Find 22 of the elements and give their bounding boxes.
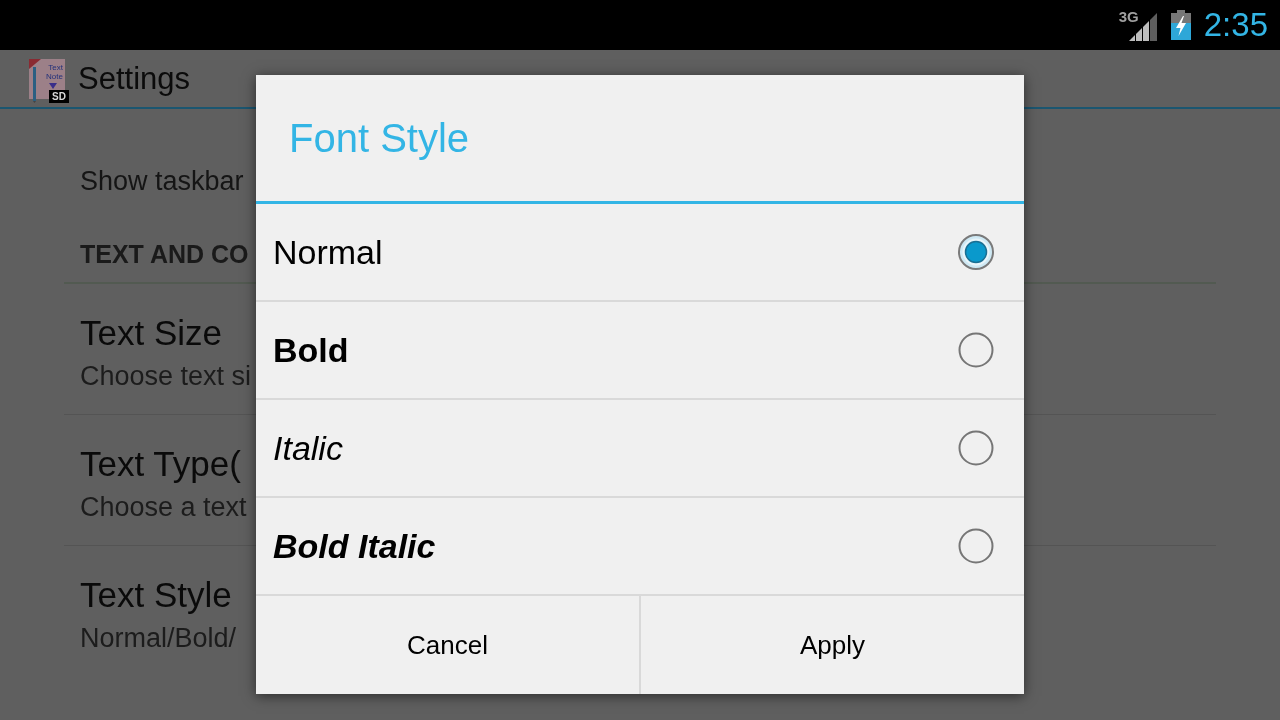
battery-charging-icon xyxy=(1170,10,1191,40)
dialog-button[interactable]: Cancel xyxy=(256,596,639,694)
option-label[interactable]: Bold xyxy=(273,330,349,370)
radio-button[interactable] xyxy=(958,430,994,466)
section-header: TEXT AND CO xyxy=(80,239,249,269)
option-label[interactable]: Bold Italic xyxy=(273,526,436,566)
clock-time: 2:35 xyxy=(1203,5,1268,45)
setting-summary: Normal/Bold/ xyxy=(80,622,237,655)
radio-button[interactable] xyxy=(958,528,994,564)
setting-summary: Choose text si xyxy=(80,360,252,393)
radio-button[interactable] xyxy=(958,234,994,270)
notebook-icon xyxy=(27,56,67,103)
network-type-label: 3G xyxy=(1118,9,1139,24)
dialog-title: Font Style xyxy=(289,115,470,162)
radio-button[interactable] xyxy=(958,332,994,368)
setting-summary: Show taskbar xyxy=(80,165,244,197)
setting-summary: Choose a text xyxy=(80,491,247,524)
option-label[interactable]: Italic xyxy=(273,428,343,468)
dialog-button[interactable]: Apply xyxy=(639,596,1024,694)
option-label[interactable]: Normal xyxy=(273,232,383,272)
app-icon-caption: Text Note xyxy=(45,62,63,81)
screen-title: Settings xyxy=(78,59,190,98)
